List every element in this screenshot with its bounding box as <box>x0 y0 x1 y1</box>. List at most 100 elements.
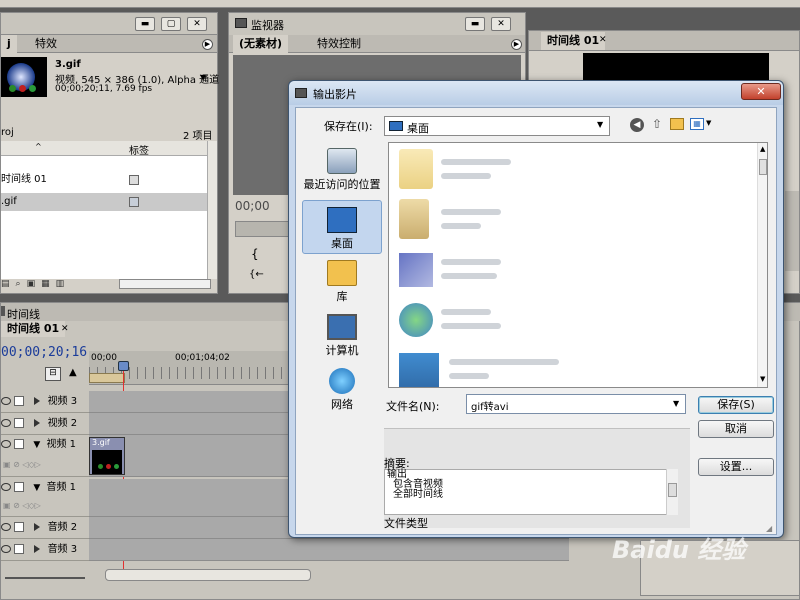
settings-button[interactable]: 设置... <box>698 458 774 476</box>
file-item[interactable] <box>395 347 595 387</box>
delete-icon[interactable]: ▥ <box>56 279 71 289</box>
snap-icon[interactable]: ⊟ <box>45 367 61 381</box>
label-color-box[interactable] <box>129 197 139 207</box>
summary-scrollbar[interactable] <box>666 469 678 515</box>
sort-icon[interactable]: ^ <box>35 142 42 151</box>
bin-icon[interactable]: ▣ <box>27 279 42 289</box>
dialog-close-button[interactable]: ✕ <box>741 83 781 100</box>
file-item[interactable] <box>395 197 565 241</box>
list-view-icon[interactable]: ▤ <box>1 279 16 289</box>
column-header-label[interactable]: 标签 <box>129 142 149 157</box>
lock-toggle[interactable] <box>14 418 25 428</box>
scroll-up-icon[interactable]: ▲ <box>760 145 765 153</box>
keyframe-nav-icon[interactable]: ▣ ⊘ ◁◇▷ <box>1 455 89 475</box>
close-icon[interactable]: ✕ <box>491 17 511 31</box>
scroll-thumb[interactable] <box>759 159 767 175</box>
tab-close-icon[interactable]: ✕ <box>61 324 69 334</box>
playhead-handle[interactable] <box>118 361 129 371</box>
save-in-dropdown[interactable]: 桌面 ▼ <box>384 116 610 136</box>
lock-toggle[interactable] <box>14 522 25 532</box>
lock-toggle[interactable] <box>14 396 25 406</box>
back-icon[interactable]: ◀ <box>630 118 644 132</box>
list-item[interactable]: 时间线 01 <box>1 171 207 189</box>
zoom-slider[interactable] <box>119 279 211 289</box>
file-item[interactable] <box>395 147 565 191</box>
scroll-thumb[interactable] <box>668 483 677 497</box>
place-label: 桌面 <box>331 237 353 250</box>
chevron-down-icon[interactable]: ▼ <box>673 399 679 408</box>
tab-timeline-01[interactable]: 时间线 01 <box>541 32 606 50</box>
new-item-icon[interactable]: ▦ <box>41 279 56 289</box>
file-item[interactable] <box>395 297 565 341</box>
tab-close-icon[interactable]: ✕ <box>599 35 607 45</box>
dialog-resize-grip[interactable]: ◢ <box>766 524 772 533</box>
minimize-icon[interactable]: ▬ <box>135 17 155 31</box>
up-folder-icon[interactable]: ⇧ <box>652 117 662 131</box>
project-header <box>1 13 217 35</box>
tab-effect-controls[interactable]: 特效控制 <box>311 35 367 53</box>
find-icon[interactable]: ⌕ <box>16 279 27 289</box>
save-button[interactable]: 保存(S) <box>698 396 774 414</box>
panel-menu-icon[interactable]: ▶ <box>202 39 213 50</box>
speaker-icon[interactable] <box>1 483 11 491</box>
step-back-icon[interactable]: { <box>251 247 259 261</box>
place-computer[interactable]: 计算机 <box>302 314 382 358</box>
minimize-icon[interactable]: ▬ <box>465 17 485 31</box>
track-header-video-2[interactable]: 视频 2 <box>1 413 89 435</box>
file-list-scrollbar[interactable]: ▲ ▼ <box>757 143 767 387</box>
place-desktop[interactable]: 桌面 <box>302 200 382 254</box>
go-in-icon[interactable]: {← <box>249 269 264 280</box>
place-library[interactable]: 库 <box>302 260 382 304</box>
lock-toggle[interactable] <box>14 482 25 492</box>
file-item[interactable] <box>395 247 565 291</box>
close-icon[interactable]: ✕ <box>187 17 207 31</box>
track-header-video-1[interactable]: ▼ 视频 1 ▣ ⊘ ◁◇▷ <box>1 435 89 477</box>
speaker-icon[interactable] <box>1 545 11 553</box>
expand-icon[interactable] <box>34 545 41 553</box>
marker-icon[interactable]: ▲ <box>69 367 77 378</box>
tab-sequence[interactable]: 时间线 01 <box>1 321 66 337</box>
clip-info-dropdown-icon[interactable]: ▼ <box>200 73 206 82</box>
list-item[interactable]: .gif <box>1 193 207 211</box>
timeline-scrollbar[interactable] <box>105 569 311 581</box>
tab-no-clip[interactable]: (无素材) <box>233 35 289 53</box>
new-folder-icon[interactable] <box>670 118 684 130</box>
timeline-zoom-slider[interactable] <box>5 569 85 579</box>
list-scrollbar[interactable] <box>207 141 217 279</box>
track-header-audio-2[interactable]: 音频 2 <box>1 517 89 539</box>
eye-icon[interactable] <box>1 397 11 405</box>
speaker-icon[interactable] <box>1 523 11 531</box>
place-recent[interactable]: 最近访问的位置 <box>302 148 382 192</box>
lock-toggle[interactable] <box>14 439 25 449</box>
expand-icon[interactable] <box>34 523 41 531</box>
maximize-icon[interactable]: ▢ <box>161 17 181 31</box>
track-header-audio-1[interactable]: ▼ 音频 1 ▣ ⊘ ◁◇▷ <box>1 479 89 517</box>
collapse-icon[interactable]: ▼ <box>33 440 40 450</box>
chevron-down-icon[interactable]: ▼ <box>597 120 603 129</box>
expand-icon[interactable] <box>34 397 41 405</box>
keyframe-nav-icon[interactable]: ▣ ⊘ ◁◇▷ <box>1 497 89 515</box>
file-list[interactable]: ▲ ▼ <box>388 142 768 388</box>
lock-toggle[interactable] <box>14 544 25 554</box>
filename-field[interactable]: gif转avi ▼ <box>466 394 686 414</box>
view-menu-chevron-icon[interactable]: ▼ <box>706 119 711 127</box>
tab-effects[interactable]: 特效 <box>29 35 63 53</box>
clip-3-gif[interactable]: 3.gif <box>89 437 125 475</box>
tab-project[interactable]: j <box>1 35 17 53</box>
monitor-scrubber[interactable] <box>235 221 295 237</box>
work-area-bar[interactable] <box>89 373 125 383</box>
timeline-timecode[interactable]: 00;00;20;16 <box>1 345 87 360</box>
cancel-button[interactable]: 取消 <box>698 420 774 438</box>
track-header-video-3[interactable]: 视频 3 <box>1 391 89 413</box>
track-header-audio-3[interactable]: 音频 3 <box>1 539 89 561</box>
label-color-box[interactable] <box>129 175 139 185</box>
track-area-audio-3[interactable] <box>89 539 569 561</box>
panel-menu-icon[interactable]: ▶ <box>511 39 522 50</box>
expand-icon[interactable] <box>34 419 41 427</box>
eye-icon[interactable] <box>1 440 11 448</box>
collapse-icon[interactable]: ▼ <box>33 483 40 493</box>
scroll-down-icon[interactable]: ▼ <box>760 375 765 383</box>
view-menu-icon[interactable]: ▦ <box>690 118 704 130</box>
eye-icon[interactable] <box>1 419 11 427</box>
place-network[interactable]: 网络 <box>302 368 382 412</box>
